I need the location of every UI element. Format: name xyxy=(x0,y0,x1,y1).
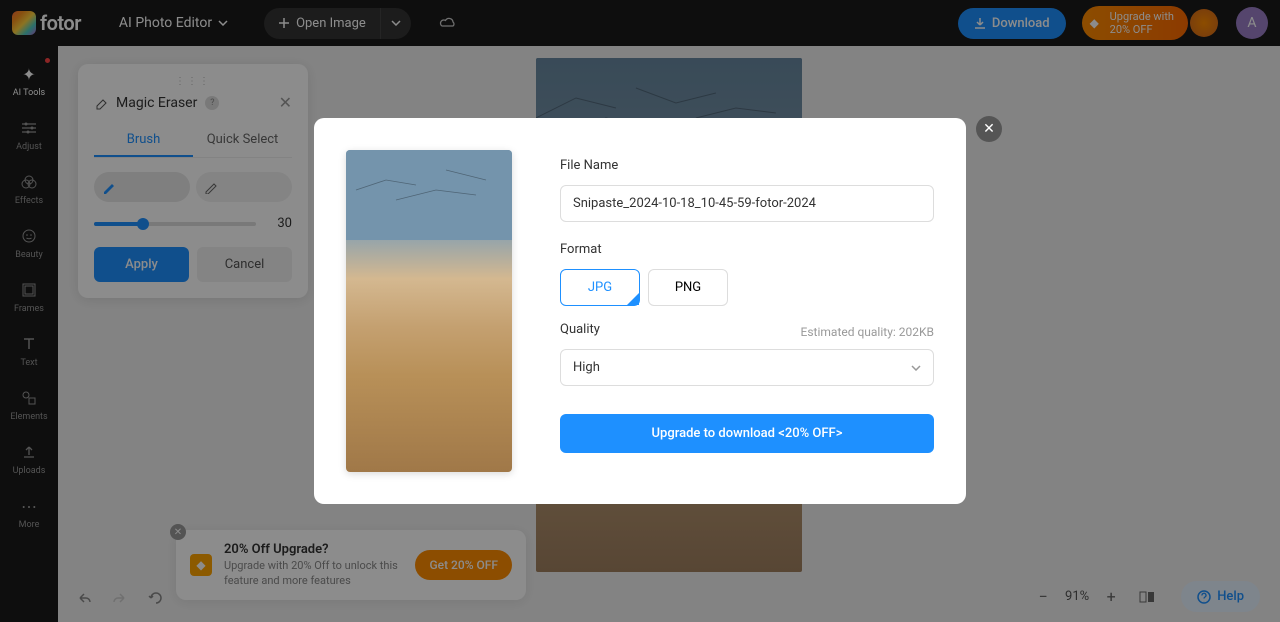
upgrade-download-button[interactable]: Upgrade to download <20% OFF> xyxy=(560,414,934,453)
quality-label: Quality xyxy=(560,322,600,337)
modal-close-button[interactable]: ✕ xyxy=(976,116,1002,142)
filename-label: File Name xyxy=(560,158,934,173)
download-modal-overlay[interactable]: ✕ File Name Format JPG PNG Quality Estim… xyxy=(0,0,1280,622)
chevron-down-icon xyxy=(911,365,921,371)
filename-input[interactable] xyxy=(560,185,934,222)
format-jpg-button[interactable]: JPG xyxy=(560,269,640,306)
format-label: Format xyxy=(560,242,934,257)
preview-image xyxy=(346,150,512,472)
quality-select[interactable]: High xyxy=(560,349,934,386)
format-png-button[interactable]: PNG xyxy=(648,269,728,306)
quality-estimate: Estimated quality: 202KB xyxy=(801,325,934,339)
quality-value: High xyxy=(573,360,600,375)
download-form: File Name Format JPG PNG Quality Estimat… xyxy=(560,150,934,472)
download-modal: ✕ File Name Format JPG PNG Quality Estim… xyxy=(314,118,966,504)
download-preview xyxy=(346,150,512,472)
